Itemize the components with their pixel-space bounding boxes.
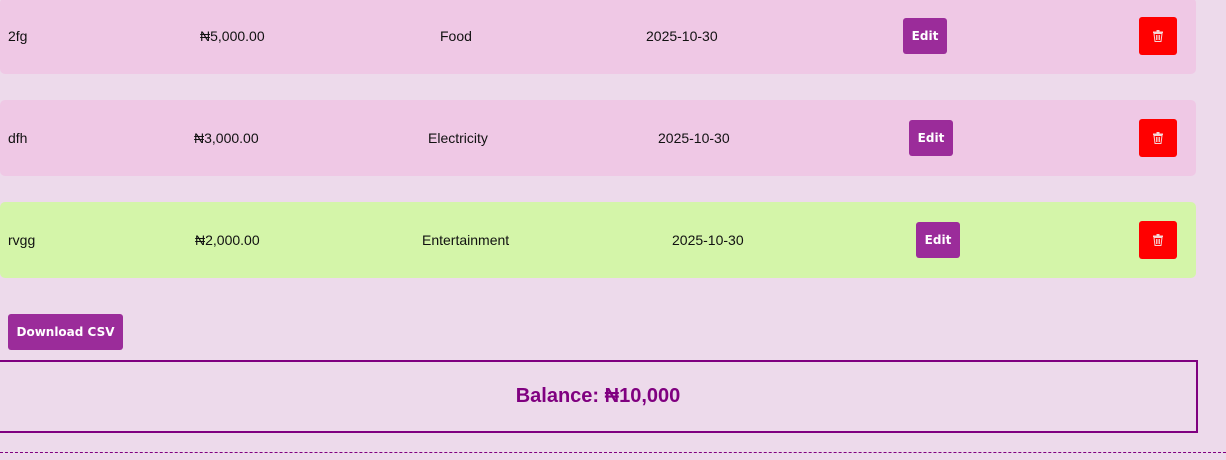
edit-button[interactable]: Edit <box>909 120 953 156</box>
dashed-divider <box>0 452 1226 453</box>
edit-button[interactable]: Edit <box>916 222 960 258</box>
edit-button[interactable]: Edit <box>903 18 947 54</box>
expense-date: 2025-10-30 <box>646 28 718 44</box>
expense-category: Entertainment <box>422 232 510 248</box>
expense-amount: ₦2,000.00 <box>195 232 260 248</box>
expense-row: 2fg ₦5,000.00 Food 2025-10-30 Edit <box>0 0 1196 74</box>
download-csv-button[interactable]: Download CSV <box>8 314 123 350</box>
balance-box: Balance: ₦10,000 <box>0 360 1198 433</box>
trash-icon <box>1153 234 1163 246</box>
expense-amount: ₦5,000.00 <box>200 28 265 44</box>
expense-title: dfh <box>8 130 28 146</box>
expense-date: 2025-10-30 <box>658 130 730 146</box>
expense-category: Electricity <box>428 130 488 146</box>
expense-row: dfh ₦3,000.00 Electricity 2025-10-30 Edi… <box>0 100 1196 176</box>
expense-category: Food <box>440 28 472 44</box>
delete-button[interactable] <box>1139 221 1177 259</box>
expense-amount: ₦3,000.00 <box>194 130 259 146</box>
expense-page: 2fg ₦5,000.00 Food 2025-10-30 Edit dfh ₦… <box>0 0 1226 460</box>
expense-date: 2025-10-30 <box>672 232 744 248</box>
expense-title: 2fg <box>8 28 28 44</box>
balance-text: Balance: ₦10,000 <box>515 385 681 407</box>
trash-icon <box>1153 30 1163 42</box>
delete-button[interactable] <box>1139 119 1177 157</box>
trash-icon <box>1153 132 1163 144</box>
expense-title: rvgg <box>8 232 36 248</box>
delete-button[interactable] <box>1139 17 1177 55</box>
expense-row: rvgg ₦2,000.00 Entertainment 2025-10-30 … <box>0 202 1196 278</box>
